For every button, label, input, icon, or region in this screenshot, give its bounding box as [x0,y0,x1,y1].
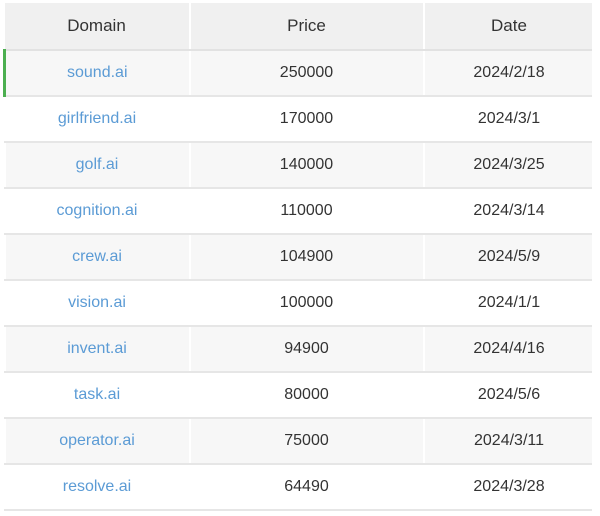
date-value: 2024/5/6 [477,386,541,403]
cell-domain: girlfriend.ai [4,96,191,143]
cell-price: 110000 [189,188,425,235]
date-value: 2024/1/1 [477,294,541,311]
column-header-date[interactable]: Date [423,3,592,51]
price-value: 80000 [284,386,329,403]
date-value: 2024/2/18 [473,64,545,81]
table-row[interactable]: cognition.ai 110000 2024/3/14 [4,188,592,235]
cell-price: 80000 [189,372,425,419]
cell-domain: cognition.ai [4,188,191,235]
date-value: 2024/5/9 [477,248,541,265]
cell-price: 140000 [189,142,425,189]
cell-date: 2024/3/14 [423,188,592,235]
cell-price: 64490 [189,464,425,511]
date-value: 2024/4/16 [473,340,545,357]
cell-price: 94900 [189,326,425,373]
cell-date: 2024/2/18 [423,50,592,97]
domain-link[interactable]: invent.ai [67,340,127,357]
cell-domain: operator.ai [4,418,191,465]
table-row[interactable]: vision.ai 100000 2024/1/1 [4,280,592,327]
domain-link[interactable]: operator.ai [59,432,135,449]
date-value: 2024/3/11 [474,432,544,449]
domain-link[interactable]: cognition.ai [57,202,138,219]
price-value: 64490 [284,478,329,495]
table-header-row: Domain Price Date [4,3,592,51]
price-value: 110000 [280,202,333,219]
cell-date: 2024/3/28 [423,464,592,511]
cell-date: 2024/3/1 [423,96,592,143]
cell-domain: resolve.ai [4,464,191,511]
cell-date: 2024/3/25 [423,142,592,189]
cell-domain: crew.ai [4,234,191,281]
table-row[interactable]: resolve.ai 64490 2024/3/28 [4,464,592,511]
price-value: 104900 [279,248,334,265]
date-value: 2024/3/25 [473,156,545,173]
price-value: 140000 [279,156,334,173]
cell-date: 2024/5/9 [423,234,592,281]
price-value: 100000 [279,294,334,311]
domain-link[interactable]: golf.ai [76,156,119,173]
table-row[interactable]: crew.ai 104900 2024/5/9 [4,234,592,281]
table-row[interactable]: operator.ai 75000 2024/3/11 [4,418,592,465]
date-value: 2024/3/28 [473,478,545,495]
cell-domain: task.ai [4,372,191,419]
column-header-price[interactable]: Price [189,3,425,51]
price-value: 75000 [284,432,329,449]
cell-price: 250000 [189,50,425,97]
domain-link[interactable]: resolve.ai [63,478,131,495]
cell-price: 104900 [189,234,425,281]
cell-domain: vision.ai [4,280,191,327]
cell-date: 2024/3/11 [423,418,592,465]
cell-domain: invent.ai [4,326,191,373]
domain-link[interactable]: girlfriend.ai [58,110,136,127]
domain-link[interactable]: sound.ai [67,64,128,81]
date-value: 2024/3/14 [473,202,545,219]
domain-link[interactable]: vision.ai [68,294,126,311]
domain-price-table: Domain Price Date sound.ai 250000 2024/2/1… [3,3,592,511]
cell-date: 2024/4/16 [423,326,592,373]
date-value: 2024/3/1 [477,110,541,127]
cell-date: 2024/5/6 [423,372,592,419]
cell-domain: sound.ai [3,50,191,97]
domain-link[interactable]: crew.ai [72,248,122,265]
price-value: 170000 [279,110,334,127]
cell-price: 75000 [189,418,425,465]
table-row[interactable]: girlfriend.ai 170000 2024/3/1 [4,96,592,143]
page-root: Domain Price Date sound.ai 250000 2024/2/1… [0,0,600,516]
table-row[interactable]: task.ai 80000 2024/5/6 [4,372,592,419]
price-value: 94900 [284,340,329,357]
cell-date: 2024/1/1 [423,280,592,327]
cell-price: 170000 [189,96,425,143]
cell-domain: golf.ai [4,142,191,189]
domain-table-container: Domain Price Date sound.ai 250000 2024/2/1… [3,3,592,511]
column-header-domain[interactable]: Domain [4,3,191,51]
table-header: Domain Price Date [4,3,592,51]
price-value: 250000 [279,64,334,81]
table-row[interactable]: invent.ai 94900 2024/4/16 [4,326,592,373]
domain-link[interactable]: task.ai [74,386,120,403]
table-body: sound.ai 250000 2024/2/18 girlfriend.ai 1700… [3,50,592,511]
table-row[interactable]: sound.ai 250000 2024/2/18 [3,50,592,97]
cell-price: 100000 [189,280,425,327]
table-row[interactable]: golf.ai 140000 2024/3/25 [4,142,592,189]
